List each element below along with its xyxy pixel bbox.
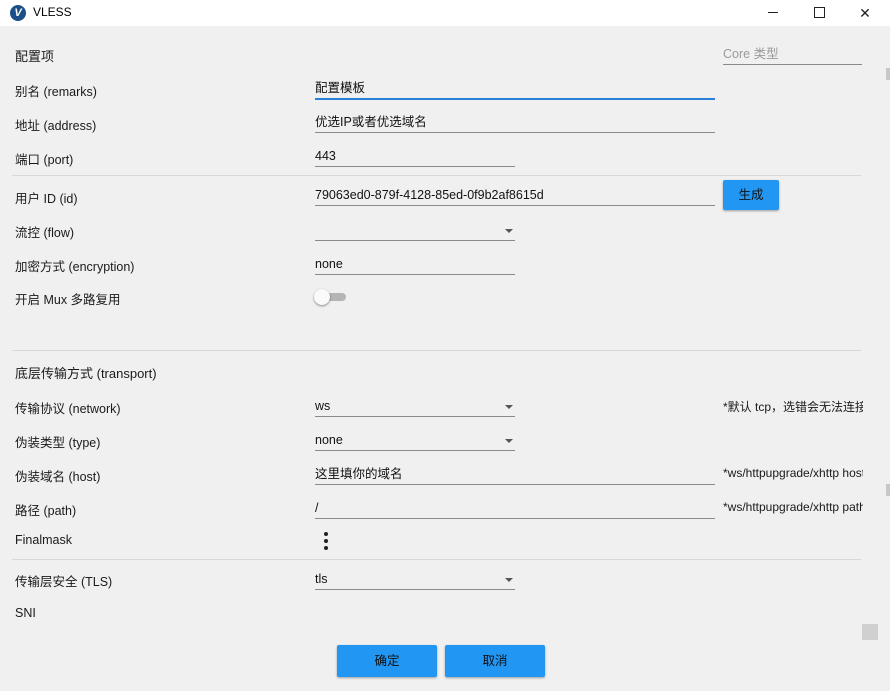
divider: [12, 559, 861, 560]
title-bar: V VLESS ✕: [0, 0, 890, 26]
type-value: none: [315, 433, 343, 447]
section-title-config: 配置项: [15, 49, 55, 64]
kebab-dot: [324, 532, 328, 536]
mux-label: 开启 Mux 多路复用: [15, 293, 121, 307]
address-label: 地址 (address): [15, 119, 97, 133]
sni-label: SNI: [15, 606, 36, 620]
chevron-down-icon: [505, 405, 513, 409]
scrollbar-thumb[interactable]: [862, 624, 878, 640]
kebab-dot: [324, 539, 328, 543]
port-label: 端口 (port): [15, 153, 74, 167]
v2ray-app-icon: V: [10, 5, 26, 21]
path-label: 路径 (path): [15, 504, 77, 518]
id-input[interactable]: 79063ed0-879f-4128-85ed-0f9b2af8615d: [315, 185, 715, 206]
toggle-thumb: [314, 289, 330, 305]
flow-select[interactable]: [315, 220, 515, 241]
remarks-input[interactable]: 配置模板: [315, 78, 715, 100]
flow-label: 流控 (flow): [15, 226, 75, 240]
section-title-transport: 底层传输方式 (transport): [15, 366, 157, 381]
window-edge-mark: [886, 484, 890, 496]
path-input[interactable]: /: [315, 498, 715, 519]
window-title: VLESS: [33, 5, 72, 19]
minimize-button[interactable]: [750, 0, 796, 26]
minimize-icon: [768, 12, 778, 13]
id-label: 用户 ID (id): [15, 192, 78, 206]
address-input[interactable]: 优选IP或者优选域名: [315, 112, 715, 133]
maximize-icon: [814, 7, 825, 18]
kebab-dot: [324, 546, 328, 550]
type-label: 伪装类型 (type): [15, 436, 101, 450]
finalmask-label: Finalmask: [15, 533, 72, 547]
maximize-button[interactable]: [796, 0, 842, 26]
tls-value: tls: [315, 572, 328, 586]
divider: [12, 175, 861, 176]
mux-toggle[interactable]: [314, 289, 346, 305]
chevron-down-icon: [505, 439, 513, 443]
remarks-label: 别名 (remarks): [15, 85, 97, 99]
generate-button[interactable]: 生成: [723, 180, 779, 210]
network-label: 传输协议 (network): [15, 402, 121, 416]
host-input[interactable]: 这里填你的域名: [315, 464, 715, 485]
close-button[interactable]: ✕: [842, 0, 888, 26]
tls-select[interactable]: tls: [315, 569, 515, 590]
ok-button[interactable]: 确定: [337, 645, 437, 677]
tls-label: 传输层安全 (TLS): [15, 575, 113, 589]
close-icon: ✕: [859, 5, 871, 21]
host-hint: *ws/httpupgrade/xhttp host: [723, 466, 863, 480]
network-value: ws: [315, 399, 331, 413]
network-select[interactable]: ws: [315, 396, 515, 417]
port-input[interactable]: 443: [315, 146, 515, 167]
more-vertical-icon[interactable]: [322, 532, 330, 550]
path-hint: *ws/httpupgrade/xhttp path: [723, 500, 863, 514]
host-label: 伪装域名 (host): [15, 470, 101, 484]
core-type-select[interactable]: Core 类型: [723, 44, 862, 65]
window-edge-mark: [886, 68, 890, 80]
type-select[interactable]: none: [315, 430, 515, 451]
cancel-button[interactable]: 取消: [445, 645, 545, 677]
divider: [12, 350, 861, 351]
chevron-down-icon: [505, 229, 513, 233]
network-hint: *默认 tcp，选错会无法连接: [723, 400, 863, 414]
chevron-down-icon: [505, 578, 513, 582]
encryption-input[interactable]: none: [315, 254, 515, 275]
encryption-label: 加密方式 (encryption): [15, 260, 135, 274]
